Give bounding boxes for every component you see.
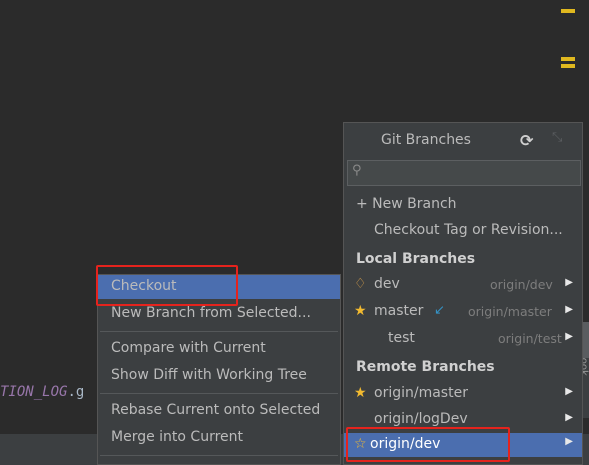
scroll-marker xyxy=(561,9,575,13)
merge-menu-item[interactable]: Merge into Current xyxy=(98,426,340,450)
scroll-marker xyxy=(561,57,575,61)
new-branch-action[interactable]: + New Branch xyxy=(344,194,582,216)
compare-with-current-menu-item[interactable]: Compare with Current xyxy=(98,337,340,361)
git-branches-popup: Git Branches ⟳ ⤡ ⚲ + New Branch Checkout… xyxy=(343,122,583,465)
checkout-tag-action[interactable]: Checkout Tag or Revision... xyxy=(344,220,582,242)
branch-search-input[interactable]: ⚲ xyxy=(347,160,581,186)
incoming-arrow-icon: ↙ xyxy=(434,303,445,318)
submenu-arrow-icon: ▶ xyxy=(565,277,573,288)
local-branch-test[interactable]: test origin/test ▶ xyxy=(344,328,582,350)
star-icon: ★ xyxy=(354,303,367,319)
search-icon: ⚲ xyxy=(352,163,362,178)
tag-icon: ♢ xyxy=(354,276,367,292)
menu-divider xyxy=(100,455,338,456)
submenu-arrow-icon: ▶ xyxy=(565,412,573,423)
submenu-arrow-icon: ▶ xyxy=(565,436,573,447)
menu-divider xyxy=(100,331,338,332)
submenu-arrow-icon: ▶ xyxy=(565,386,573,397)
local-branches-header: Local Branches xyxy=(356,251,476,267)
popup-title: Git Branches xyxy=(381,132,471,148)
menu-divider xyxy=(100,393,338,394)
rebase-menu-item[interactable]: Rebase Current onto Selected xyxy=(98,399,340,423)
pin-icon[interactable]: ⤡ xyxy=(552,130,562,145)
highlight-origin-dev xyxy=(346,427,510,462)
local-branch-dev[interactable]: ♢ dev origin/dev ▶ xyxy=(344,274,582,296)
scroll-marker xyxy=(561,64,575,68)
local-branch-master[interactable]: ★ master ↙ origin/master ▶ xyxy=(344,301,582,323)
editor-code-line: TION_LOG.g xyxy=(0,384,85,400)
refresh-icon[interactable]: ⟳ xyxy=(520,131,533,150)
remote-branch-origin-master[interactable]: ★ origin/master ▶ xyxy=(344,383,582,405)
submenu-arrow-icon: ▶ xyxy=(565,304,573,315)
remote-branches-header: Remote Branches xyxy=(356,359,495,375)
star-icon: ★ xyxy=(354,385,367,401)
submenu-arrow-icon: ▶ xyxy=(565,331,573,342)
highlight-checkout xyxy=(96,265,238,306)
popup-header: Git Branches ⟳ ⤡ xyxy=(344,123,582,159)
show-diff-menu-item[interactable]: Show Diff with Working Tree xyxy=(98,364,340,388)
